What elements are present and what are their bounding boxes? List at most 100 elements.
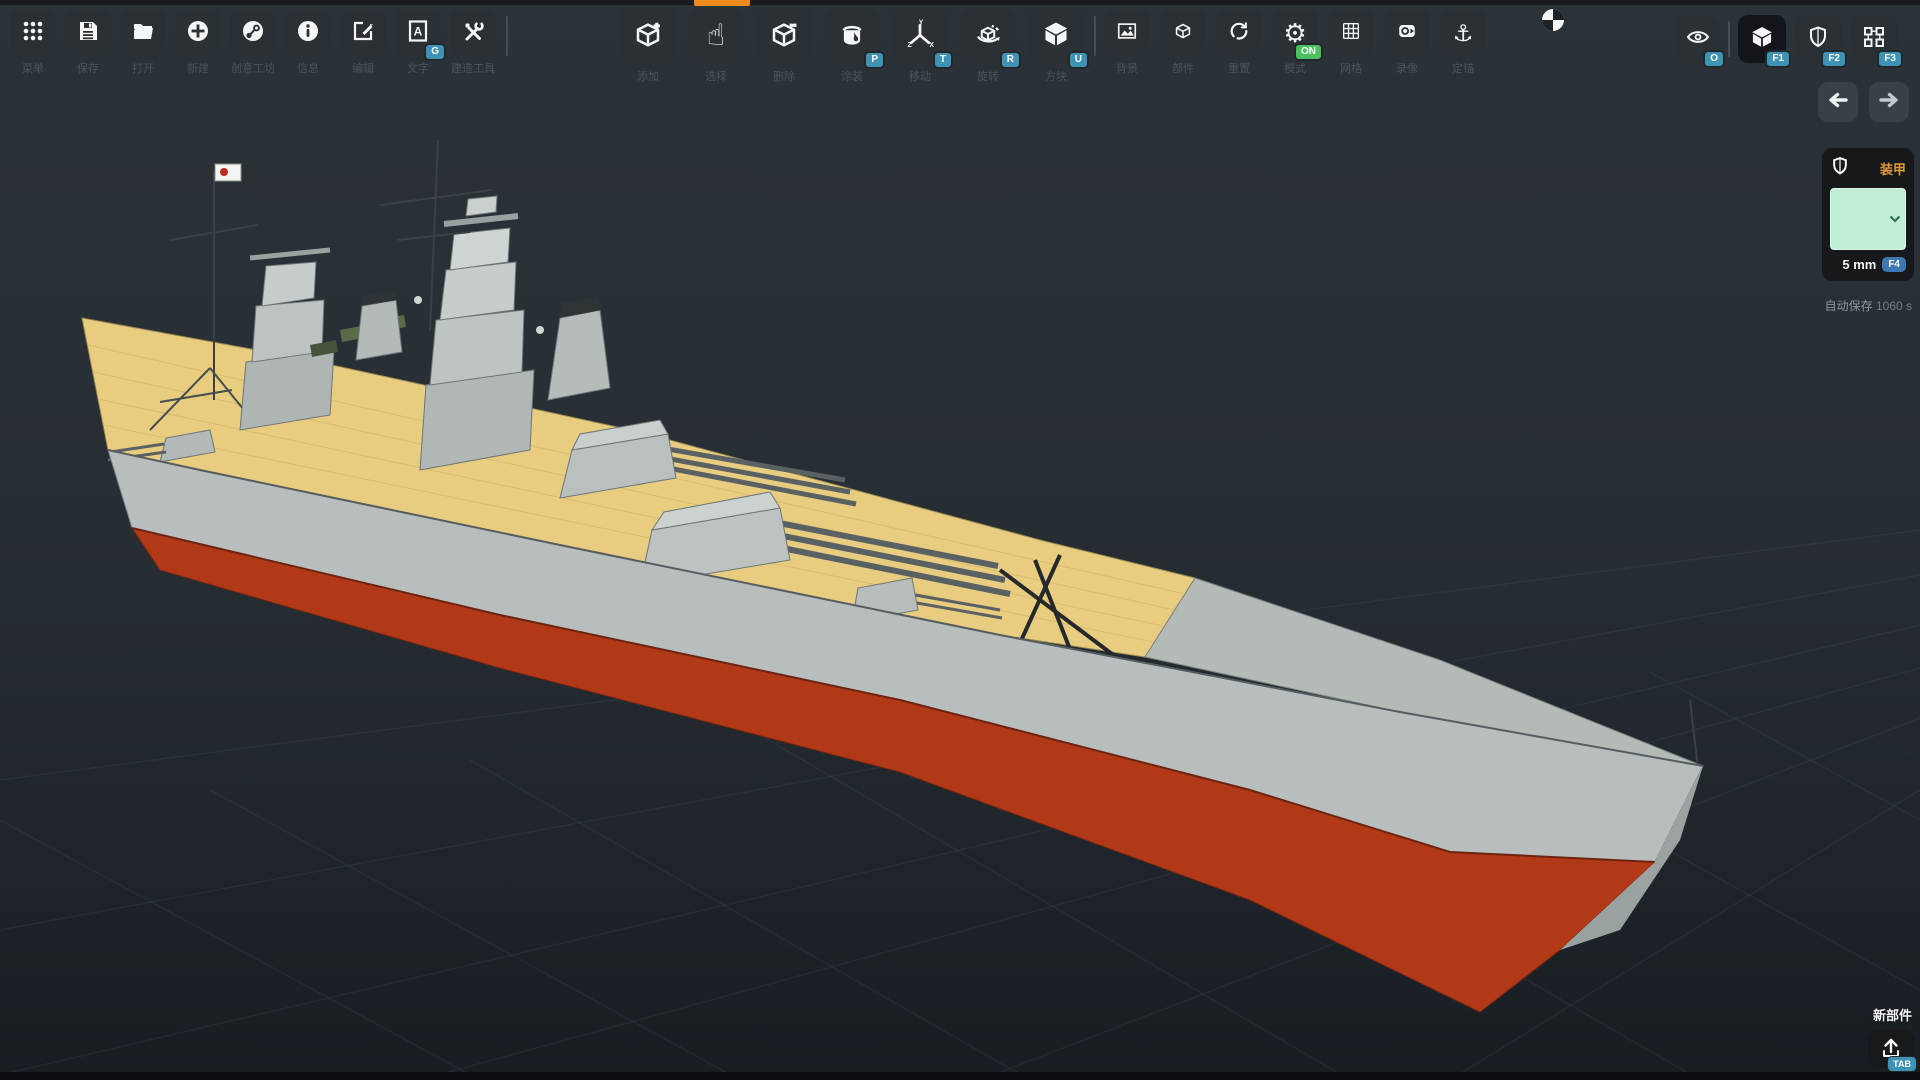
button-label: 添加 xyxy=(637,68,659,80)
view-mode-toolbar: O F1 F2 xyxy=(1676,15,1898,63)
redo-arrow-icon xyxy=(1877,88,1901,117)
active-tool-indicator xyxy=(694,0,750,6)
remove-block-button[interactable] xyxy=(756,8,812,64)
move-button[interactable]: Y Z X T xyxy=(892,8,948,64)
grid-button[interactable] xyxy=(1328,10,1374,56)
add-block-button[interactable] xyxy=(620,8,676,64)
folder-icon xyxy=(131,19,155,48)
paint-button[interactable]: P xyxy=(824,8,880,64)
model-view-button[interactable]: F1 xyxy=(1738,15,1786,63)
autosave-status: 自动保存 1060 s xyxy=(1825,297,1912,314)
grid-icon xyxy=(1340,20,1362,47)
rotate-button[interactable]: R xyxy=(960,8,1016,64)
button-label: 创意工坊 xyxy=(231,60,275,72)
undo-button[interactable] xyxy=(1818,82,1858,122)
toolbar-divider xyxy=(1728,21,1730,57)
info-icon xyxy=(296,19,320,48)
history-controls xyxy=(1818,82,1909,122)
small-cube-icon xyxy=(1172,20,1194,47)
sea-grid xyxy=(0,530,1920,1080)
refresh-icon xyxy=(1228,20,1250,47)
record-button[interactable] xyxy=(1384,10,1430,56)
svg-text:X: X xyxy=(929,42,934,49)
save-icon xyxy=(76,19,100,48)
app-menu-icon xyxy=(21,19,45,48)
solid-cube-icon xyxy=(1041,19,1071,54)
toolbar-group-view: 背景 部件 重置 ⚙ xyxy=(1104,10,1486,72)
button-label: 定锚 xyxy=(1452,60,1474,72)
button-label: 新建 xyxy=(187,60,209,72)
button-label: 背景 xyxy=(1116,60,1138,72)
new-button[interactable] xyxy=(175,10,221,56)
background-button[interactable] xyxy=(1104,10,1150,56)
armor-view-button[interactable]: F2 xyxy=(1794,15,1842,63)
battleship-model xyxy=(82,140,1703,1012)
save-button[interactable] xyxy=(65,10,111,56)
axis-xyz-icon: Y Z X xyxy=(905,19,935,54)
pivot-marker-icon xyxy=(1538,5,1568,40)
open-button[interactable] xyxy=(120,10,166,56)
button-label: 编辑 xyxy=(352,60,374,72)
new-part-button[interactable]: TAB xyxy=(1868,1030,1914,1068)
autosave-label: 自动保存 xyxy=(1825,299,1873,313)
anchor-icon: ⚓ xyxy=(1453,22,1474,45)
paint-bucket-icon xyxy=(837,19,867,54)
toolbar-divider xyxy=(506,16,508,56)
button-label: 文字 xyxy=(407,60,429,72)
viewport-3d[interactable] xyxy=(0,0,1920,1080)
button-label: 网格 xyxy=(1340,60,1362,72)
hotkey-badge: TAB xyxy=(1887,1056,1917,1072)
button-label: 涂装 xyxy=(841,68,863,80)
new-part-label: 新部件 xyxy=(1873,1005,1914,1024)
group-view-button[interactable]: F3 xyxy=(1850,15,1898,63)
parts-button[interactable] xyxy=(1160,10,1206,56)
hotkey-badge: R xyxy=(1000,51,1021,69)
settings-button[interactable]: ⚙ ON xyxy=(1272,10,1318,56)
top-edge-strip xyxy=(0,0,1920,5)
tools-icon xyxy=(461,19,485,48)
armor-color-dropdown[interactable] xyxy=(1830,188,1906,250)
button-label: 信息 xyxy=(297,60,319,72)
visibility-button[interactable]: O xyxy=(1676,16,1720,63)
bottom-edge-strip xyxy=(0,1072,1920,1080)
button-label: 旋转 xyxy=(977,68,999,80)
redo-button[interactable] xyxy=(1869,82,1909,122)
hotkey-badge: F2 xyxy=(1821,50,1847,68)
toolbar-group-file: 菜单 保存 打开 xyxy=(10,10,496,72)
workshop-button[interactable] xyxy=(230,10,276,56)
info-button[interactable] xyxy=(285,10,331,56)
block-button[interactable]: U xyxy=(1028,8,1084,64)
hand-pointer-icon: ☝ xyxy=(707,21,725,51)
button-label: 重置 xyxy=(1228,60,1250,72)
chevron-down-icon xyxy=(1889,215,1901,223)
hotkey-badge: O xyxy=(1703,50,1725,68)
hotkey-badge: F3 xyxy=(1877,50,1903,68)
toolbar-divider xyxy=(1094,16,1096,56)
edit-pencil-icon xyxy=(351,19,375,48)
new-part-control: 新部件 TAB xyxy=(1868,1005,1914,1068)
camera-icon xyxy=(1396,20,1418,47)
select-button[interactable]: ☝ xyxy=(688,8,744,64)
text-button[interactable]: A G xyxy=(395,10,441,56)
reset-view-button[interactable] xyxy=(1216,10,1262,56)
button-label: 方块 xyxy=(1045,68,1067,80)
edit-button[interactable] xyxy=(340,10,386,56)
build-tools-button[interactable] xyxy=(450,10,496,56)
button-label: 选择 xyxy=(705,68,727,80)
autosave-value: 1060 s xyxy=(1876,299,1912,313)
toolbar-group-build: 添加 ☝ 选择 删除 xyxy=(620,8,1084,80)
button-label: 打开 xyxy=(132,60,154,72)
shield-icon xyxy=(1830,156,1850,181)
ship-model-canvas xyxy=(0,0,1920,1080)
hotkey-badge: G xyxy=(424,43,446,61)
anchor-button[interactable]: ⚓ xyxy=(1440,10,1486,56)
hotkey-badge: P xyxy=(864,51,885,69)
button-label: 保存 xyxy=(77,60,99,72)
button-label: 移动 xyxy=(909,68,931,80)
cube-minus-icon xyxy=(769,19,799,54)
button-label: 录像 xyxy=(1396,60,1418,72)
button-label: 菜单 xyxy=(22,60,44,72)
undo-arrow-icon xyxy=(1826,88,1850,117)
rotate-cube-icon xyxy=(973,19,1003,54)
app-menu-button[interactable] xyxy=(10,10,56,56)
